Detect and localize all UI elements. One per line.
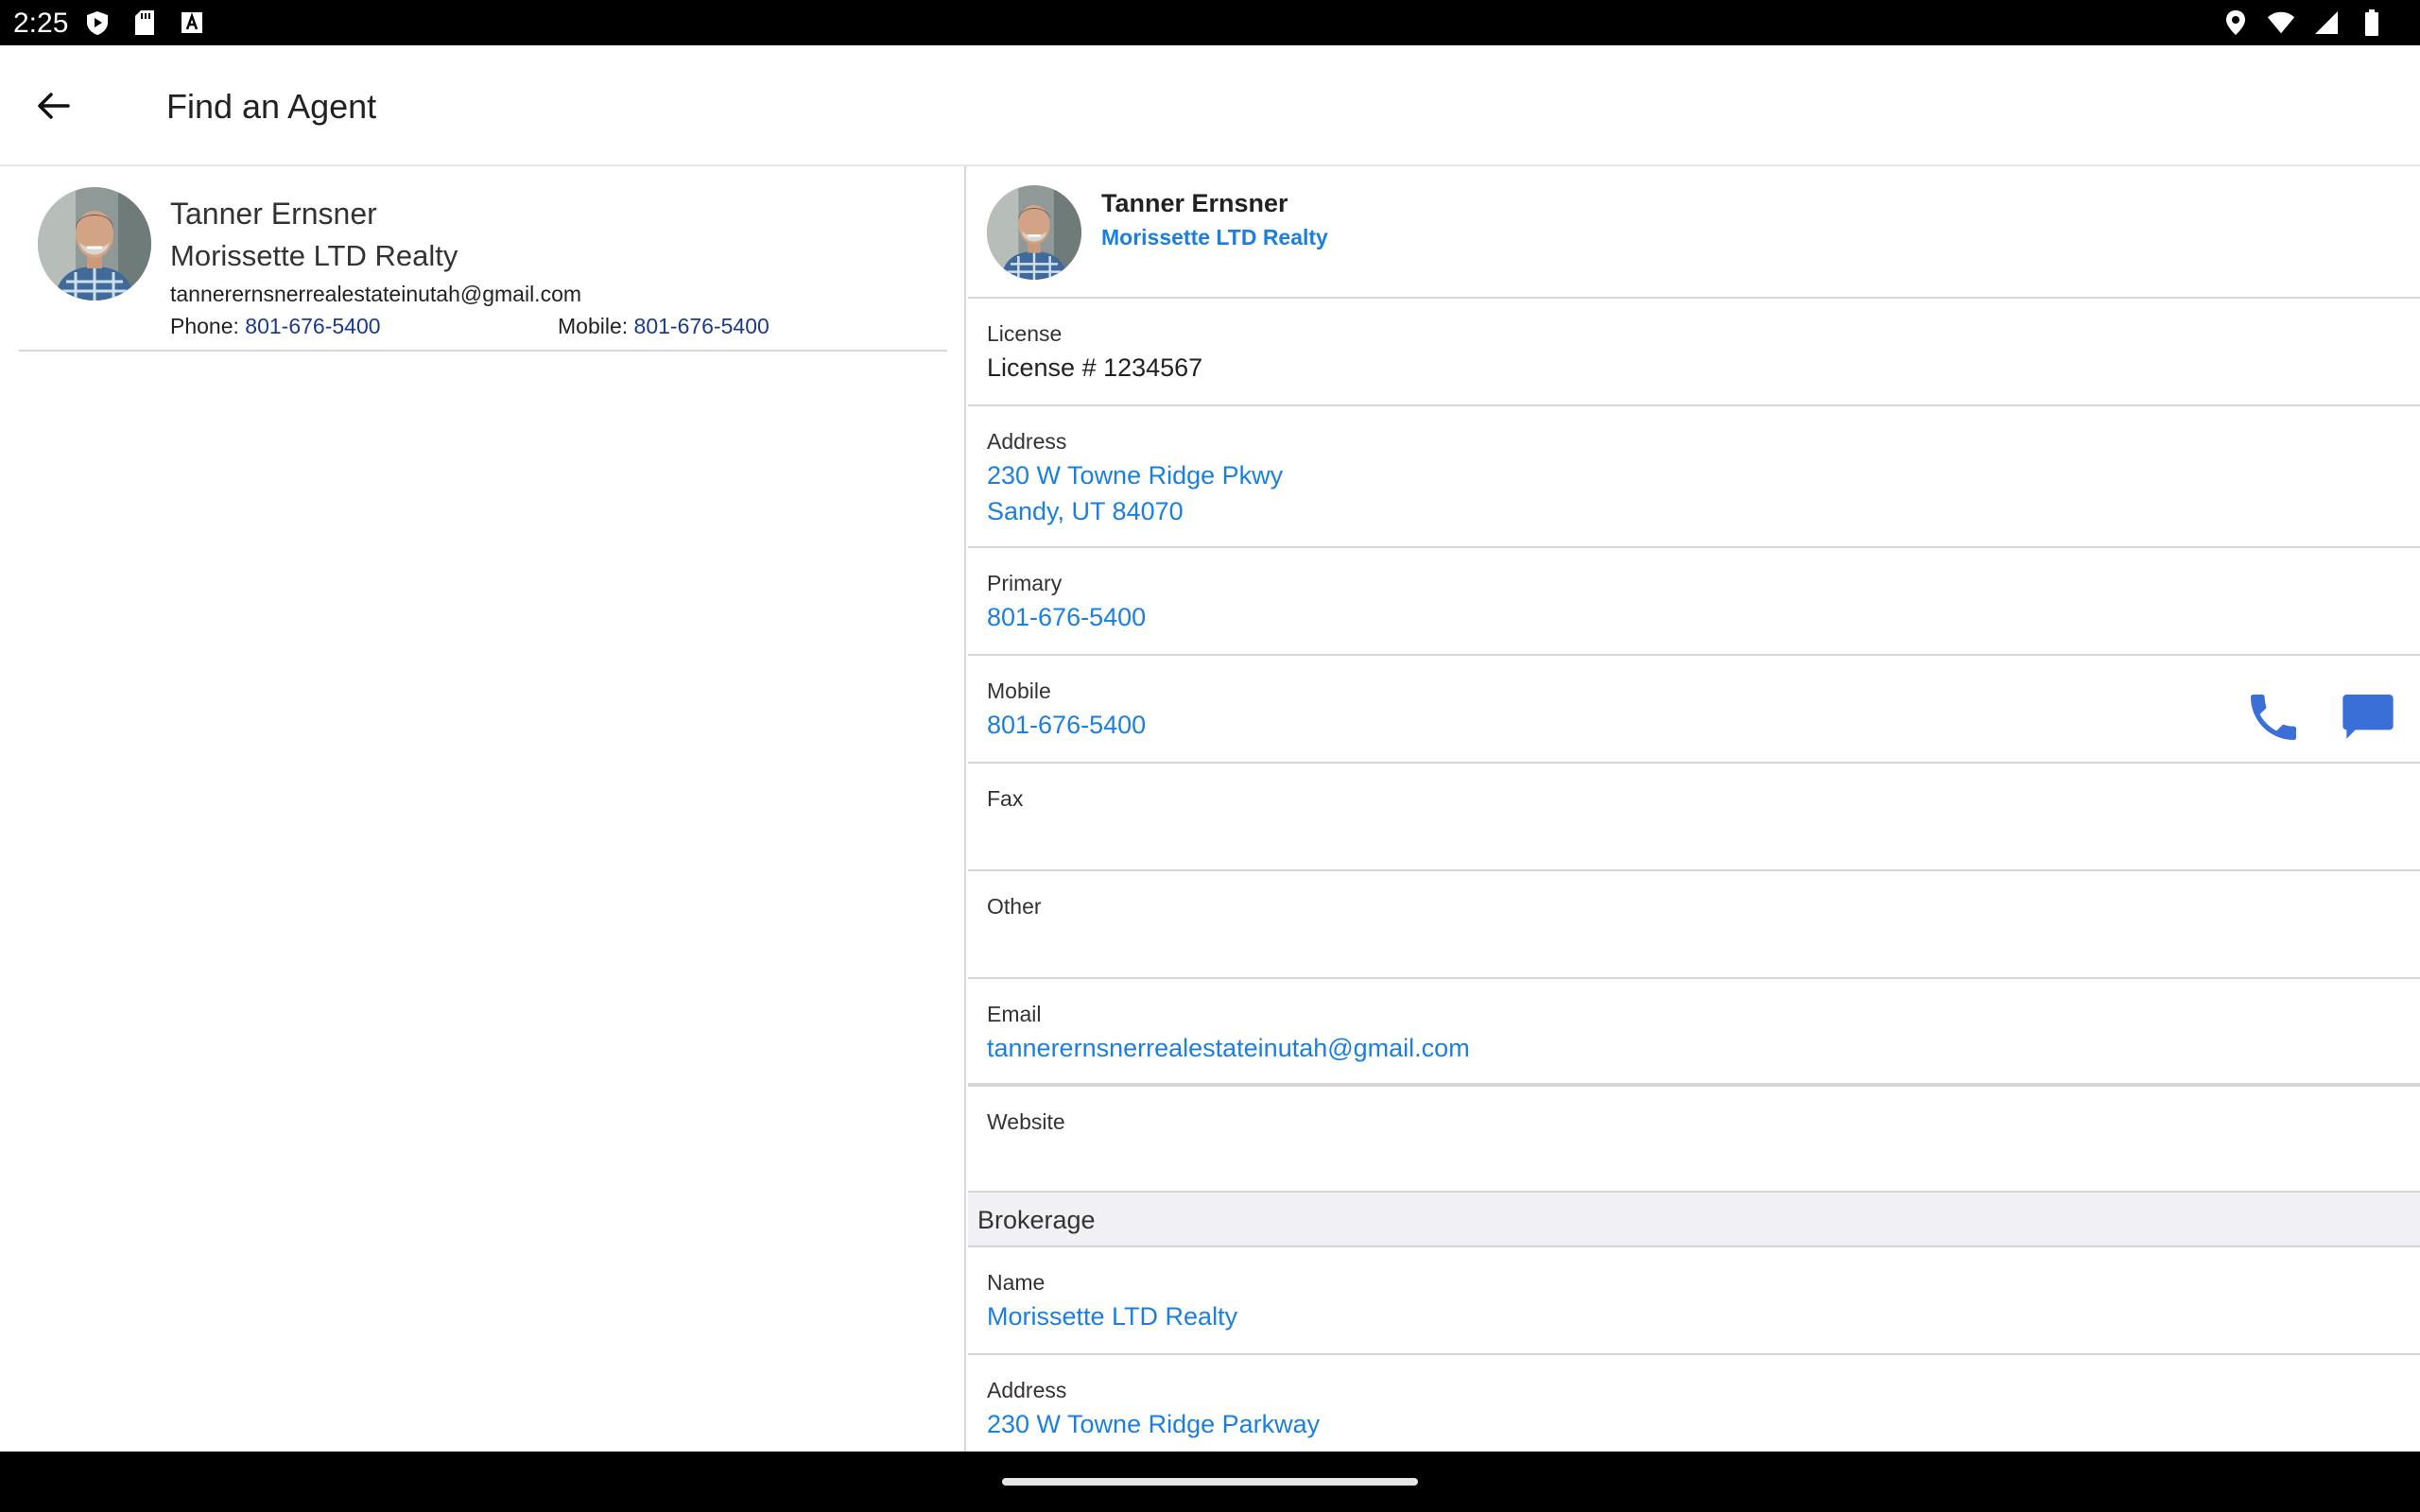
avatar xyxy=(38,187,151,301)
address-line1-link[interactable]: 230 W Towne Ridge Pkwy xyxy=(987,461,1283,490)
avatar xyxy=(987,185,1081,280)
cell-signal-icon xyxy=(2312,9,2341,37)
page-title: Find an Agent xyxy=(166,87,377,126)
status-bar: 2:25 xyxy=(0,0,2420,45)
wifi-icon xyxy=(2267,9,2295,37)
field-label: Name xyxy=(987,1270,1046,1295)
other-field: Other xyxy=(968,871,2420,979)
phone-icon xyxy=(2251,695,2296,740)
status-icons-right xyxy=(2221,9,2386,37)
website-field: Website xyxy=(968,1087,2420,1168)
field-label: License xyxy=(987,321,1063,346)
field-label: Fax xyxy=(987,786,1024,811)
sd-card-icon xyxy=(130,9,159,37)
agent-email: tannerernsnerrealestateinutah@gmail.com xyxy=(170,282,582,306)
fax-field: Fax xyxy=(968,764,2420,871)
license-value: License # 1234567 xyxy=(987,353,1203,382)
detail-company-link[interactable]: Morissette LTD Realty xyxy=(1101,225,1328,250)
email-field: Email tannerernsnerrealestateinutah@gmai… xyxy=(968,979,2420,1087)
agent-phone-link[interactable]: 801-676-5400 xyxy=(245,314,380,338)
brokerage-address-link[interactable]: 230 W Towne Ridge Parkway xyxy=(987,1410,1320,1439)
detail-header: Tanner Ernsner Morissette LTD Realty xyxy=(968,166,2420,299)
agent-company: Morissette LTD Realty xyxy=(170,239,458,272)
mobile-phone-link[interactable]: 801-676-5400 xyxy=(987,711,1146,740)
agent-list-pane: Tanner Ernsner Morissette LTD Realty tan… xyxy=(0,166,966,1452)
field-label: Other xyxy=(987,894,1042,919)
battery-icon xyxy=(2358,9,2386,37)
brokerage-address-field[interactable]: Address 230 W Towne Ridge Parkway xyxy=(968,1355,2420,1452)
address-line2-link[interactable]: Sandy, UT 84070 xyxy=(987,497,1184,526)
status-icons-left xyxy=(83,9,206,37)
agent-name: Tanner Ernsner xyxy=(170,197,377,231)
agent-mobile: Mobile: 801-676-5400 xyxy=(558,314,769,339)
play-protect-icon xyxy=(83,9,112,37)
brokerage-name-link[interactable]: Morissette LTD Realty xyxy=(987,1302,1237,1332)
agent-phone-label: Phone: xyxy=(170,314,246,338)
agent-mobile-link[interactable]: 801-676-5400 xyxy=(634,314,769,338)
field-label: Address xyxy=(987,429,1067,454)
field-label: Address xyxy=(987,1378,1067,1402)
email-link[interactable]: tannerernsnerrealestateinutah@gmail.com xyxy=(987,1034,1470,1063)
field-label: Primary xyxy=(987,571,1063,595)
detail-agent-name: Tanner Ernsner xyxy=(1101,189,1288,217)
brokerage-name-field: Name Morissette LTD Realty xyxy=(968,1247,2420,1355)
arrow-left-icon xyxy=(38,93,70,119)
field-label: Mobile xyxy=(987,679,1051,703)
agent-mobile-label: Mobile: xyxy=(558,314,634,338)
navigation-bar xyxy=(0,1452,2420,1512)
mobile-phone-field: Mobile 801-676-5400 xyxy=(968,656,2420,764)
brokerage-section-header: Brokerage xyxy=(968,1191,2420,1247)
address-field[interactable]: Address 230 W Towne Ridge Pkwy Sandy, UT… xyxy=(968,406,2420,548)
font-a-icon xyxy=(178,9,206,37)
field-label: Email xyxy=(987,1002,1042,1026)
location-icon xyxy=(2221,9,2250,37)
message-button[interactable] xyxy=(2335,684,2401,750)
license-field: License License # 1234567 xyxy=(968,299,2420,406)
home-gesture-handle[interactable] xyxy=(1002,1478,1418,1486)
agent-list-item[interactable]: Tanner Ernsner Morissette LTD Realty tan… xyxy=(19,176,947,352)
primary-phone-link[interactable]: 801-676-5400 xyxy=(987,603,1146,632)
message-icon xyxy=(2342,695,2394,739)
status-time: 2:25 xyxy=(13,8,69,39)
app-bar: Find an Agent xyxy=(0,45,2420,166)
section-title: Brokerage xyxy=(977,1206,1096,1234)
back-button[interactable] xyxy=(25,81,81,130)
call-button[interactable] xyxy=(2240,684,2307,750)
agent-phone: Phone: 801-676-5400 xyxy=(170,314,381,339)
agent-detail-pane: Tanner Ernsner Morissette LTD Realty Lic… xyxy=(968,166,2420,1452)
field-label: Website xyxy=(987,1109,1065,1134)
primary-phone-field: Primary 801-676-5400 xyxy=(968,548,2420,656)
